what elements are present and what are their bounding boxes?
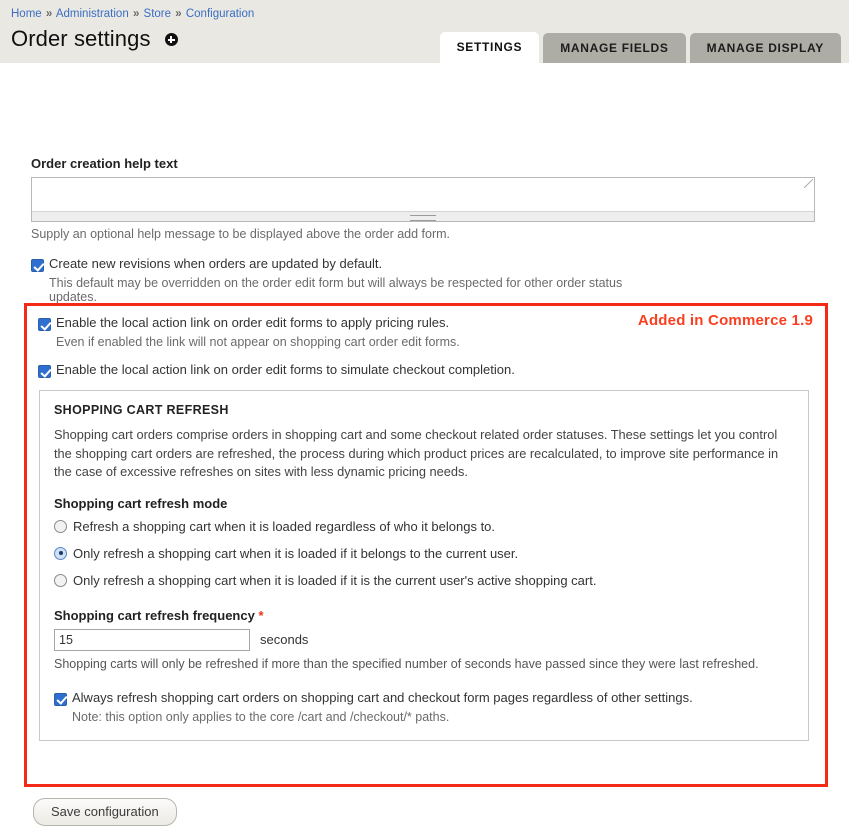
- refresh-mode-radio-active-cart[interactable]: [54, 573, 67, 587]
- refresh-frequency-label: Shopping cart refresh frequency *: [54, 608, 794, 623]
- shopping-cart-refresh-description: Shopping cart orders comprise orders in …: [54, 427, 779, 480]
- pricing-rules-note: Even if enabled the link will not appear…: [56, 335, 460, 349]
- refresh-frequency-row: seconds: [54, 628, 794, 651]
- order-creation-help-text-description: Supply an optional help message to be di…: [31, 227, 451, 241]
- refresh-mode-label-active-cart: Only refresh a shopping cart when it is …: [73, 572, 597, 588]
- plus-circle-icon[interactable]: [164, 32, 178, 46]
- breadcrumb-item-home[interactable]: Home: [11, 8, 42, 20]
- breadcrumb-separator: »: [175, 8, 182, 20]
- breadcrumb-item-administration[interactable]: Administration: [56, 8, 129, 20]
- simulate-checkout-checkbox[interactable]: [38, 365, 51, 378]
- added-in-commerce-19-highlight-box: Added in Commerce 1.9 Enable the local a…: [24, 303, 828, 787]
- save-configuration-button[interactable]: Save configuration: [33, 798, 177, 826]
- always-refresh-note: Note: this option only applies to the co…: [72, 709, 450, 724]
- tab-manage-fields[interactable]: MANAGE FIELDS: [543, 32, 686, 63]
- refresh-frequency-input[interactable]: [54, 628, 250, 651]
- refresh-mode-label: Shopping cart refresh mode: [54, 495, 228, 511]
- always-refresh-label: Always refresh shopping cart orders on s…: [72, 689, 693, 705]
- tab-manage-display[interactable]: MANAGE DISPLAY: [689, 32, 841, 63]
- create-revisions-checkbox[interactable]: [31, 259, 44, 272]
- tab-settings[interactable]: SETTINGS: [439, 31, 540, 63]
- order-creation-help-text-input[interactable]: [32, 178, 814, 211]
- added-in-commerce-badge: Added in Commerce 1.9: [637, 312, 813, 329]
- textarea-drag-grip[interactable]: [32, 211, 814, 221]
- always-refresh-checkbox[interactable]: [54, 692, 67, 706]
- refresh-frequency-label-text: Shopping cart refresh frequency: [54, 607, 255, 623]
- breadcrumb-item-store[interactable]: Store: [144, 8, 172, 20]
- shopping-cart-refresh-fieldset: SHOPPING CART REFRESH Shopping cart orde…: [39, 390, 809, 741]
- shopping-cart-refresh-legend: SHOPPING CART REFRESH: [54, 403, 229, 417]
- refresh-frequency-unit: seconds: [260, 632, 309, 648]
- breadcrumb-separator: »: [45, 8, 53, 20]
- pricing-rules-checkbox[interactable]: [38, 318, 51, 331]
- page-header: Home » Administration » Store » Configur…: [0, 0, 849, 63]
- refresh-mode-label-current-user: Only refresh a shopping cart when it is …: [73, 545, 519, 561]
- breadcrumb-item-configuration[interactable]: Configuration: [186, 8, 254, 20]
- tab-bar: SETTINGS MANAGE FIELDS MANAGE DISPLAY: [439, 31, 841, 63]
- simulate-checkout-row[interactable]: Enable the local action link on order ed…: [38, 362, 813, 378]
- create-revisions-row[interactable]: Create new revisions when orders are upd…: [31, 256, 631, 272]
- refresh-mode-option-current-user[interactable]: Only refresh a shopping cart when it is …: [54, 546, 794, 561]
- refresh-mode-label-any: Refresh a shopping cart when it is loade…: [73, 518, 496, 534]
- refresh-frequency-description: Shopping carts will only be refreshed if…: [54, 656, 759, 671]
- page-title: Order settings: [11, 26, 151, 51]
- required-marker: *: [258, 607, 264, 623]
- resize-handle-icon[interactable]: [804, 179, 813, 188]
- page-title-row: Order settings: [11, 26, 178, 52]
- simulate-checkout-label: Enable the local action link on order ed…: [56, 362, 515, 377]
- refresh-mode-radio-any[interactable]: [54, 519, 67, 533]
- refresh-mode-option-any[interactable]: Refresh a shopping cart when it is loade…: [54, 519, 794, 534]
- refresh-mode-option-active-cart[interactable]: Only refresh a shopping cart when it is …: [54, 573, 794, 588]
- breadcrumb-separator: »: [132, 8, 140, 20]
- breadcrumb: Home » Administration » Store » Configur…: [11, 8, 254, 20]
- create-revisions-block: Create new revisions when orders are upd…: [31, 256, 631, 304]
- refresh-mode-radio-current-user[interactable]: [54, 546, 67, 560]
- order-creation-help-text-wrapper: [31, 177, 815, 222]
- pricing-rules-label: Enable the local action link on order ed…: [56, 315, 450, 330]
- order-creation-help-text-field: Order creation help text Supply an optio…: [31, 156, 815, 241]
- always-refresh-row[interactable]: Always refresh shopping cart orders on s…: [54, 689, 794, 706]
- create-revisions-note: This default may be overridden on the or…: [49, 276, 623, 304]
- order-creation-help-text-label: Order creation help text: [31, 156, 178, 171]
- create-revisions-label: Create new revisions when orders are upd…: [49, 256, 383, 271]
